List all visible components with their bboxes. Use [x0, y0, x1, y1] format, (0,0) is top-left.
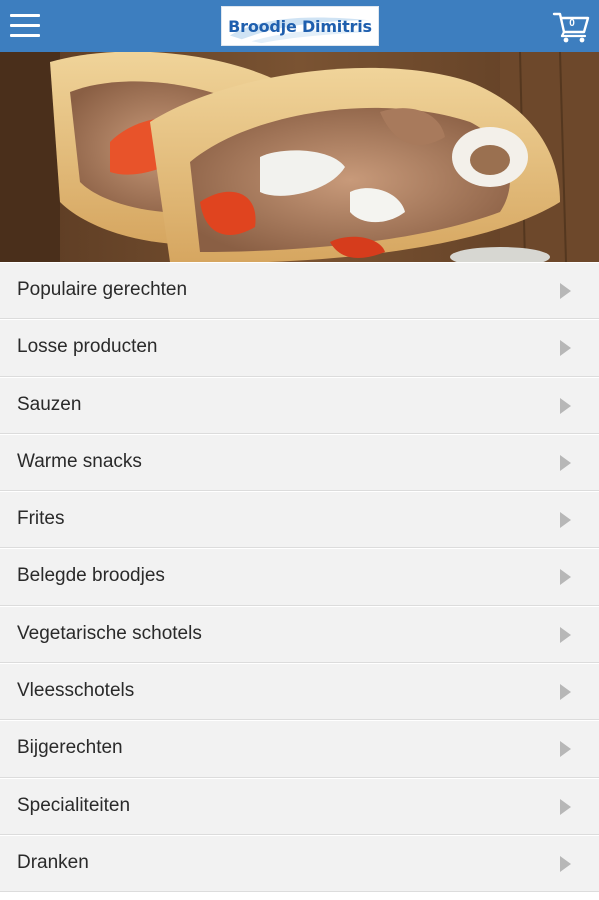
chevron-right-icon	[560, 340, 571, 357]
logo-text: Broodje Dimitris	[228, 16, 372, 36]
chevron-right-icon	[560, 283, 571, 299]
chevron-right-icon	[560, 454, 571, 471]
chevron-right-icon	[560, 855, 571, 872]
cart-count-badge: 0	[569, 18, 575, 29]
top-bar: Broodje Dimitris 0	[0, 0, 599, 52]
hamburger-line	[10, 14, 40, 17]
bottom-spacer	[0, 892, 599, 900]
chevron-right-icon	[560, 512, 571, 529]
menu-item-label: Sauzen	[17, 393, 82, 415]
menu-item-vegetarische-schotels[interactable]: Vegetarische schotels	[0, 605, 599, 664]
menu-item-label: Specialiteiten	[17, 794, 131, 816]
menu-item-belegde-broodjes[interactable]: Belegde broodjes	[0, 548, 599, 606]
menu-item-specialiteiten[interactable]: Specialiteiten	[0, 777, 599, 835]
hamburger-line	[10, 34, 40, 37]
menu-item-vleesschotels[interactable]: Vleesschotels	[0, 663, 599, 721]
menu-item-frites[interactable]: Frites	[0, 491, 599, 549]
menu-item-label: Vegetarische schotels	[17, 622, 202, 644]
menu-item-dranken[interactable]: Dranken	[0, 834, 599, 893]
chevron-right-icon	[560, 684, 571, 701]
menu-item-label: Bijgerechten	[17, 737, 123, 759]
chevron-right-icon	[560, 569, 571, 586]
menu-item-warme-snacks[interactable]: Warme snacks	[0, 433, 599, 492]
menu-item-label: Warme snacks	[17, 450, 142, 472]
menu-item-label: Vleesschotels	[17, 680, 135, 702]
menu-item-bijgerechten[interactable]: Bijgerechten	[0, 720, 599, 778]
chevron-right-icon	[560, 397, 571, 414]
menu-item-populaire-gerechten[interactable]: Populaire gerechten	[0, 262, 599, 320]
chevron-right-icon	[560, 626, 571, 643]
menu-item-label: Losse producten	[17, 336, 158, 358]
chevron-right-icon	[560, 798, 571, 815]
hamburger-line	[10, 24, 40, 27]
menu-item-label: Dranken	[17, 851, 89, 873]
hamburger-menu-icon[interactable]	[10, 12, 42, 40]
hero-food-image	[0, 52, 599, 262]
menu-item-label: Populaire gerechten	[17, 279, 188, 300]
menu-item-sauzen[interactable]: Sauzen	[0, 376, 599, 434]
app-logo[interactable]: Broodje Dimitris	[221, 6, 379, 46]
gyros-illustration	[0, 52, 599, 262]
shopping-cart-icon[interactable]: 0	[552, 10, 590, 44]
menu-item-label: Belegde broodjes	[17, 565, 165, 587]
chevron-right-icon	[560, 741, 571, 758]
menu-item-losse-producten[interactable]: Losse producten	[0, 319, 599, 377]
menu-item-label: Frites	[17, 508, 65, 530]
category-menu-list: Populaire gerechten Losse producten Sauz…	[0, 262, 599, 893]
